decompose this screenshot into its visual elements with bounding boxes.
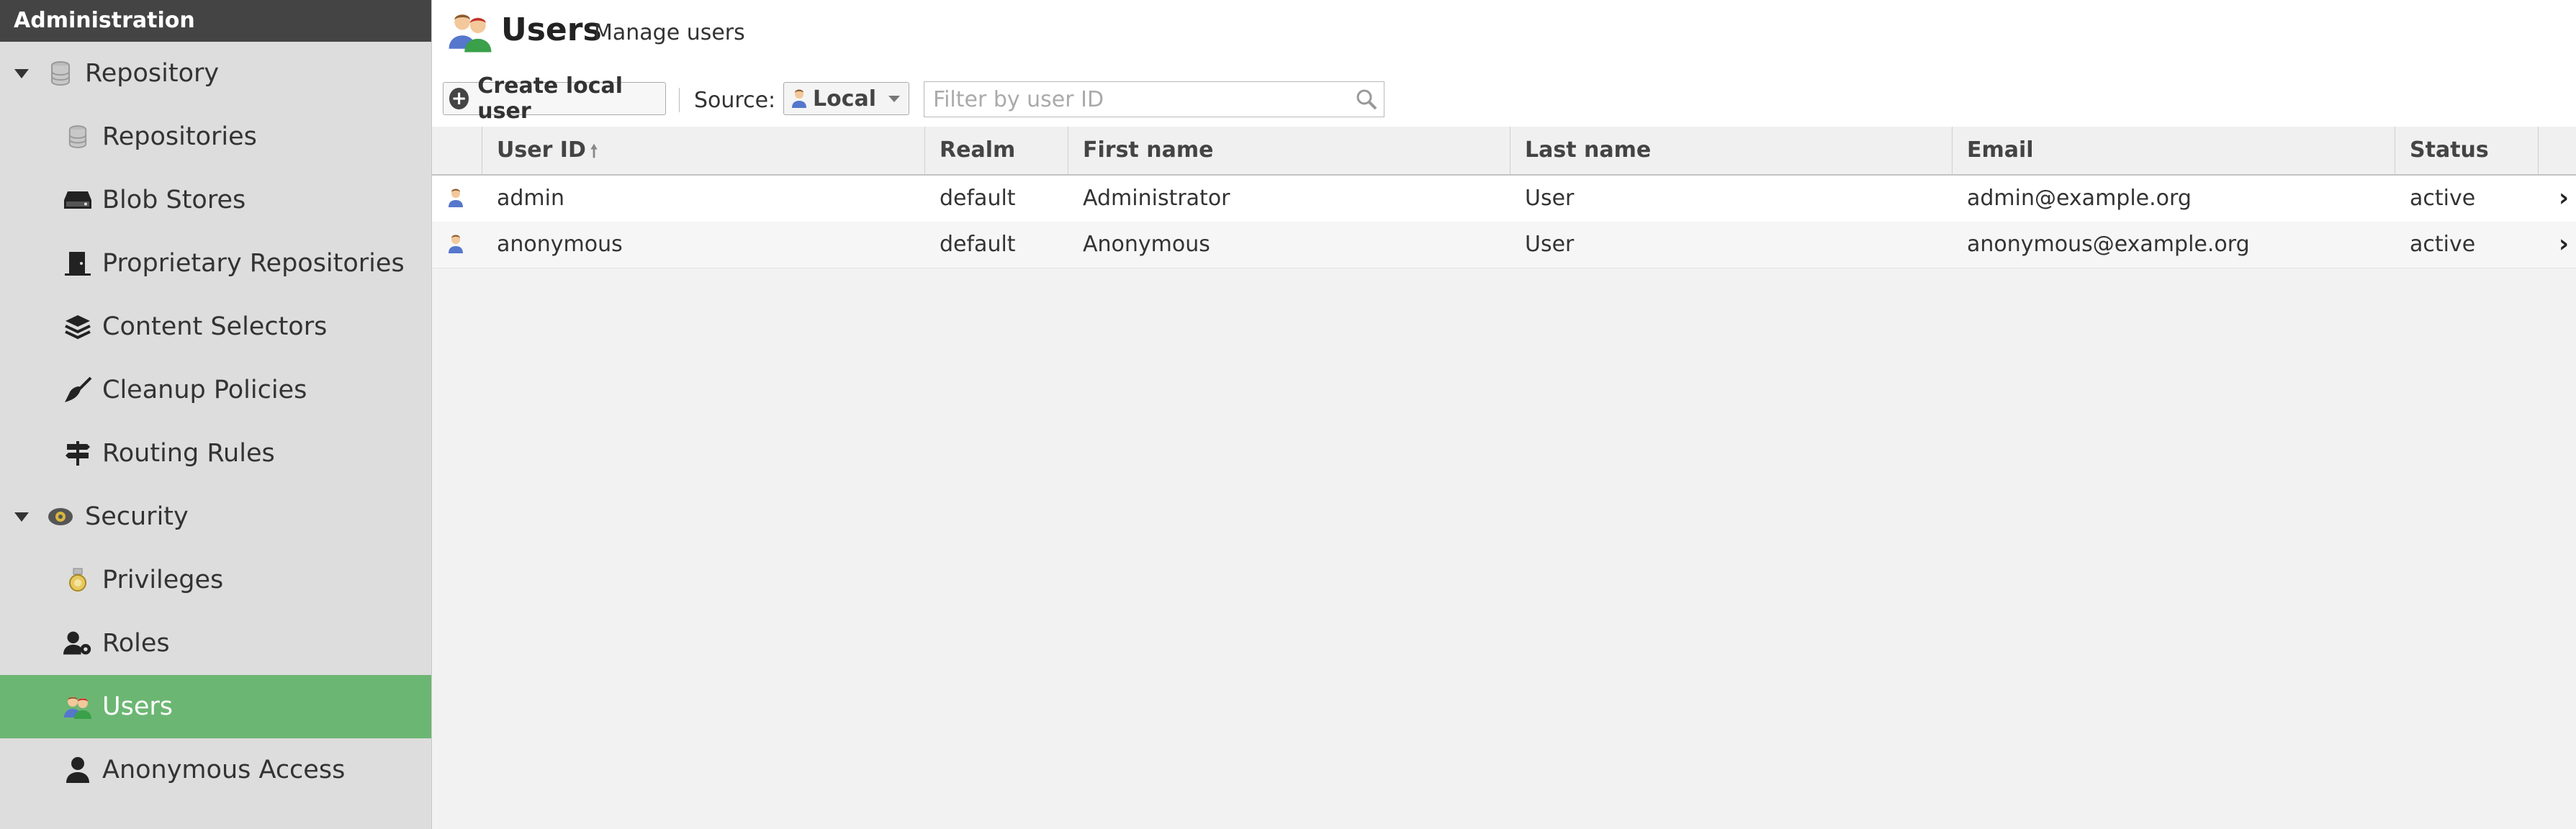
sidebar-group-repository[interactable]: Repository bbox=[0, 42, 431, 105]
sidebar-item-label: Roles bbox=[102, 629, 170, 658]
user-gear-icon bbox=[63, 629, 92, 658]
sidebar-item-label: Routing Rules bbox=[102, 439, 275, 468]
database-icon bbox=[46, 59, 75, 88]
column-header-label: Last name bbox=[1525, 137, 1652, 163]
sidebar-item-anonymous-access[interactable]: Anonymous Access bbox=[0, 738, 431, 802]
source-label: Source: bbox=[694, 88, 776, 113]
cell-email: admin@example.org bbox=[1967, 186, 2192, 211]
caret-down-icon[interactable] bbox=[14, 68, 29, 78]
sidebar-item-repositories[interactable]: Repositories bbox=[0, 105, 431, 168]
cell-status: active bbox=[2410, 186, 2476, 211]
column-header-first-name[interactable]: First name bbox=[1068, 127, 1510, 174]
table-row[interactable]: anonymous default Anonymous User anonymo… bbox=[432, 222, 2576, 268]
layers-icon bbox=[63, 312, 92, 341]
filter-user-id-input[interactable] bbox=[924, 81, 1384, 117]
sidebar-item-blob-stores[interactable]: Blob Stores bbox=[0, 168, 431, 232]
search-icon[interactable] bbox=[1355, 88, 1378, 111]
column-header-icon bbox=[432, 127, 482, 174]
column-header-label: Email bbox=[1967, 137, 2034, 163]
sidebar-group-label: Repository bbox=[85, 59, 220, 88]
cell-realm: default bbox=[940, 232, 1016, 257]
table-row[interactable]: admin default Administrator User admin@e… bbox=[432, 176, 2576, 222]
cell-user-id: anonymous bbox=[497, 232, 623, 257]
cell-email: anonymous@example.org bbox=[1967, 232, 2250, 257]
plus-circle-icon: + bbox=[449, 88, 469, 109]
cell-realm: default bbox=[940, 186, 1016, 211]
sidebar-item-label: Proprietary Repositories bbox=[102, 249, 405, 278]
column-header-email[interactable]: Email bbox=[1953, 127, 2395, 174]
sidebar-item-label: Content Selectors bbox=[102, 312, 328, 341]
cell-last-name: User bbox=[1525, 232, 1575, 257]
sidebar-item-label: Anonymous Access bbox=[102, 756, 346, 784]
title-bar: Users Manage users bbox=[432, 0, 2576, 66]
column-header-status[interactable]: Status bbox=[2395, 127, 2539, 174]
medal-icon bbox=[63, 566, 92, 594]
source-value: Local bbox=[813, 86, 877, 112]
users-icon bbox=[63, 692, 92, 721]
users-table-header: User ID 🠕 Realm First name Last name Emai… bbox=[432, 127, 2576, 176]
column-header-last-name[interactable]: Last name bbox=[1510, 127, 1953, 174]
sidebar-item-users[interactable]: Users bbox=[0, 675, 431, 738]
create-local-user-label: Create local user bbox=[477, 73, 623, 124]
database-icon bbox=[63, 122, 92, 151]
user-icon bbox=[63, 756, 92, 784]
hard-drive-icon bbox=[63, 186, 92, 214]
cell-last-name: User bbox=[1525, 186, 1575, 211]
cell-status: active bbox=[2410, 232, 2476, 257]
users-icon bbox=[448, 9, 492, 53]
sidebar-group-security[interactable]: Security bbox=[0, 485, 431, 548]
cell-user-id: admin bbox=[497, 186, 564, 211]
security-badge-icon bbox=[46, 502, 75, 531]
column-header-label: Status bbox=[2410, 137, 2489, 163]
create-local-user-button[interactable]: + Create local user bbox=[443, 73, 666, 124]
sidebar-header: Administration bbox=[0, 0, 431, 42]
cell-first-name: Anonymous bbox=[1083, 232, 1210, 257]
sidebar-item-label: Blob Stores bbox=[102, 186, 246, 214]
sidebar-item-routing-rules[interactable]: Routing Rules bbox=[0, 422, 431, 485]
column-header-label: Realm bbox=[940, 137, 1016, 163]
page-title: Users bbox=[501, 12, 602, 48]
sidebar-group-label: Security bbox=[85, 502, 189, 531]
admin-sidebar: Administration Repository Repositories B… bbox=[0, 0, 432, 829]
source-dropdown[interactable]: Local bbox=[783, 82, 909, 115]
chevron-right-icon[interactable]: › bbox=[2559, 176, 2569, 220]
column-header-label: User ID bbox=[497, 137, 586, 163]
user-icon bbox=[791, 89, 807, 109]
toolbar: + Create local user Source: Local bbox=[432, 66, 2576, 127]
signpost-icon bbox=[63, 439, 92, 468]
chevron-right-icon[interactable]: › bbox=[2559, 222, 2569, 266]
column-header-label: First name bbox=[1083, 137, 1214, 163]
sidebar-item-content-selectors[interactable]: Content Selectors bbox=[0, 295, 431, 358]
user-icon bbox=[448, 233, 468, 256]
sidebar-item-label: Users bbox=[102, 692, 174, 721]
main-panel: Users Manage users + Create local user S… bbox=[432, 0, 2576, 829]
toolbar-separator bbox=[679, 88, 680, 112]
sidebar-item-privileges[interactable]: Privileges bbox=[0, 548, 431, 612]
cell-first-name: Administrator bbox=[1083, 186, 1230, 211]
sidebar-item-label: Cleanup Policies bbox=[102, 376, 307, 404]
broom-icon bbox=[63, 376, 92, 404]
sidebar-item-label: Privileges bbox=[102, 566, 224, 594]
sort-ascending-icon: 🠕 bbox=[590, 141, 598, 161]
page-subtitle: Manage users bbox=[594, 20, 745, 45]
user-icon bbox=[448, 187, 468, 210]
column-header-realm[interactable]: Realm bbox=[925, 127, 1068, 174]
sidebar-item-proprietary-repositories[interactable]: Proprietary Repositories bbox=[0, 232, 431, 295]
door-icon bbox=[63, 249, 92, 278]
caret-down-icon[interactable] bbox=[14, 512, 29, 522]
column-header-user-id[interactable]: User ID 🠕 bbox=[482, 127, 925, 174]
sidebar-item-label: Repositories bbox=[102, 122, 257, 151]
sidebar-item-roles[interactable]: Roles bbox=[0, 612, 431, 675]
sidebar-item-cleanup-policies[interactable]: Cleanup Policies bbox=[0, 358, 431, 422]
chevron-down-icon bbox=[888, 95, 900, 102]
